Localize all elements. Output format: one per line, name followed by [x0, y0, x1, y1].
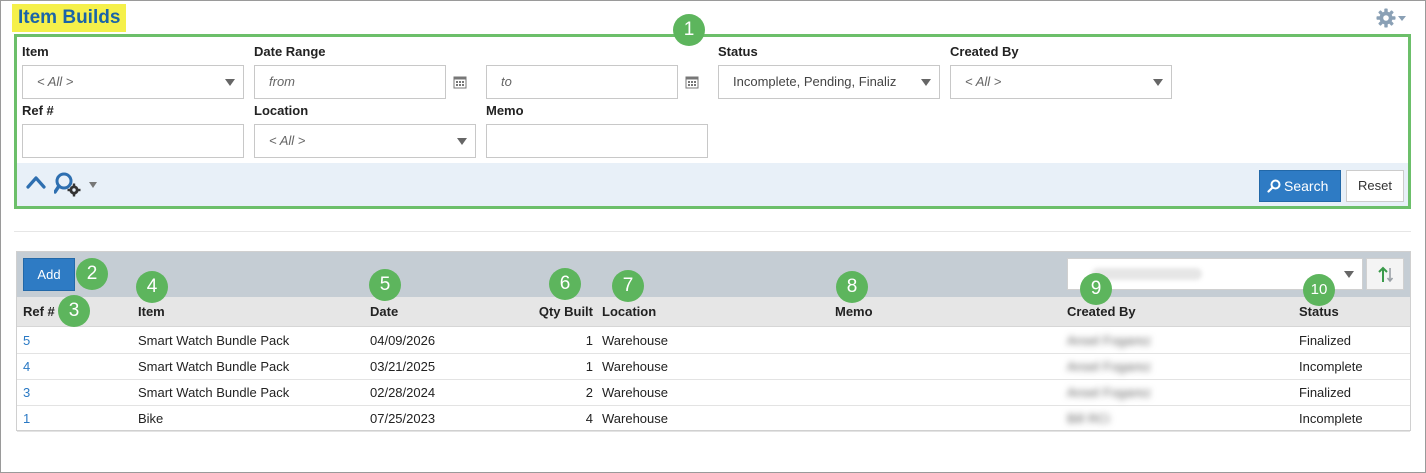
ref-filter-label: Ref #	[22, 103, 54, 118]
callout-badge: 2	[76, 258, 108, 290]
created-by-cell: Ansel Fogarez	[1067, 359, 1151, 374]
settings-menu[interactable]	[1376, 8, 1410, 28]
location-filter-select[interactable]: < All >	[254, 124, 476, 158]
results-grid: Add Ref # Item Date Qty Built Location M…	[16, 251, 1411, 432]
memo-filter-label: Memo	[486, 103, 524, 118]
date-cell: 04/09/2026	[370, 333, 436, 348]
item-filter-select[interactable]: < All >	[22, 65, 244, 99]
date-from-placeholder: from	[269, 74, 295, 89]
ref-link[interactable]: 3	[23, 380, 30, 406]
sort-arrows-icon	[1378, 266, 1394, 283]
table-row[interactable]: 1 Bike 07/25/2023 4 Warehouse Bill RCi I…	[17, 406, 1410, 432]
grid-toolbar: Add	[17, 252, 1410, 297]
column-header-qty-built[interactable]: Qty Built	[520, 297, 593, 327]
item-cell: Smart Watch Bundle Pack	[138, 333, 290, 348]
location-cell: Warehouse	[602, 359, 668, 374]
callout-badge: 6	[549, 268, 581, 300]
gear-icon	[1376, 8, 1396, 28]
chevron-down-icon	[1153, 79, 1163, 86]
date-to-input[interactable]: to	[486, 65, 678, 99]
created-by-cell: Ansel Fogarez	[1067, 385, 1151, 400]
chevron-down-icon	[225, 79, 235, 86]
search-button[interactable]: Search	[1259, 170, 1341, 202]
callout-badge: 5	[369, 269, 401, 301]
ref-link[interactable]: 4	[23, 354, 30, 380]
ref-link[interactable]: 1	[23, 406, 30, 432]
search-icon	[1267, 179, 1281, 193]
date-from-input[interactable]: from	[254, 65, 446, 99]
callout-badge: 4	[136, 271, 168, 303]
callout-badge: 9	[1080, 273, 1112, 305]
chevron-down-icon	[1344, 271, 1354, 278]
callout-badge: 3	[58, 295, 90, 327]
column-header-ref[interactable]: Ref #	[23, 297, 55, 327]
callout-badge: 8	[836, 271, 868, 303]
sort-direction-button[interactable]	[1366, 258, 1404, 290]
reset-button[interactable]: Reset	[1346, 170, 1404, 202]
search-panel-footer: Search Reset	[17, 163, 1408, 206]
ref-filter-input[interactable]	[22, 124, 244, 158]
status-filter-label: Status	[718, 44, 758, 59]
item-cell: Bike	[138, 411, 164, 426]
search-filter-panel: Item < All > Date Range from to Status I…	[14, 34, 1411, 209]
table-row[interactable]: 5 Smart Watch Bundle Pack 04/09/2026 1 W…	[17, 328, 1410, 354]
created-by-cell: Ansel Fogarez	[1067, 333, 1151, 348]
qty-cell: 1	[585, 333, 593, 348]
calendar-icon[interactable]	[453, 75, 467, 89]
callout-badge: 7	[612, 270, 644, 302]
status-cell: Finalized	[1299, 333, 1352, 348]
table-row[interactable]: 4 Smart Watch Bundle Pack 03/21/2025 1 W…	[17, 354, 1410, 380]
memo-filter-input[interactable]	[486, 124, 708, 158]
column-header-date[interactable]: Date	[370, 297, 398, 327]
status-cell: Incomplete	[1299, 359, 1363, 374]
date-cell: 03/21/2025	[370, 359, 436, 374]
item-cell: Smart Watch Bundle Pack	[138, 385, 290, 400]
created-by-filter-select[interactable]: < All >	[950, 65, 1172, 99]
page-title: Item Builds	[12, 4, 127, 32]
search-button-label: Search	[1284, 178, 1329, 194]
chevron-down-icon	[457, 138, 467, 145]
qty-cell: 4	[585, 411, 593, 426]
callout-badge: 10	[1303, 274, 1335, 306]
calendar-icon[interactable]	[685, 75, 699, 89]
chevron-down-icon	[921, 79, 931, 86]
location-filter-value: < All >	[269, 133, 306, 148]
item-filter-value: < All >	[37, 74, 74, 89]
date-range-label: Date Range	[254, 44, 326, 59]
created-by-filter-value: < All >	[965, 74, 1002, 89]
grid-header-row: Ref # Item Date Qty Built Location Memo …	[17, 297, 1410, 327]
magnifier-gear-icon[interactable]	[54, 171, 84, 199]
chevron-up-icon[interactable]	[26, 175, 46, 189]
location-cell: Warehouse	[602, 333, 668, 348]
item-filter-label: Item	[22, 44, 49, 59]
qty-cell: 1	[585, 359, 593, 374]
location-cell: Warehouse	[602, 385, 668, 400]
status-cell: Finalized	[1299, 385, 1352, 400]
callout-badge: 1	[673, 14, 705, 46]
location-filter-label: Location	[254, 103, 309, 118]
date-cell: 02/28/2024	[370, 385, 436, 400]
date-to-placeholder: to	[501, 74, 512, 89]
item-cell: Smart Watch Bundle Pack	[138, 359, 290, 374]
status-cell: Incomplete	[1299, 411, 1363, 426]
status-filter-value: Incomplete, Pending, Finaliz	[733, 74, 897, 89]
date-cell: 07/25/2023	[370, 411, 436, 426]
chevron-down-icon	[1398, 15, 1406, 21]
table-row[interactable]: 3 Smart Watch Bundle Pack 02/28/2024 2 W…	[17, 380, 1410, 406]
created-by-filter-label: Created By	[950, 44, 1019, 59]
created-by-cell: Bill RCi	[1067, 411, 1110, 426]
qty-cell: 2	[585, 385, 593, 400]
ref-link[interactable]: 5	[23, 328, 30, 354]
location-cell: Warehouse	[602, 411, 668, 426]
add-button[interactable]: Add	[23, 258, 75, 291]
status-filter-select[interactable]: Incomplete, Pending, Finaliz	[718, 65, 940, 99]
section-divider	[14, 231, 1411, 232]
chevron-down-icon[interactable]	[89, 182, 97, 188]
